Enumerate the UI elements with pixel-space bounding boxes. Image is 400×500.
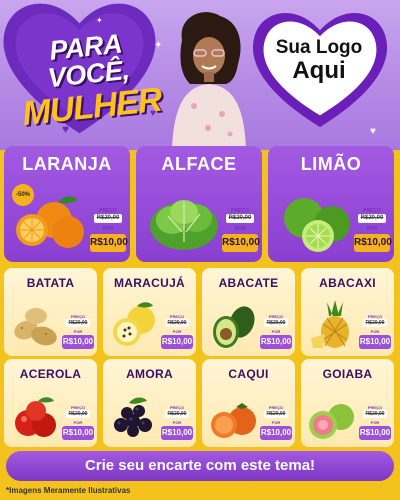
- logo-placeholder: Sua Logo Aqui: [262, 37, 376, 84]
- price-tag: PREÇO R$20,00 POR R$10,00: [90, 208, 128, 256]
- por-label: POR: [271, 329, 281, 334]
- product-name: ACEROLA: [19, 367, 82, 381]
- new-price: R$10,00: [260, 426, 292, 440]
- lime-image: [284, 198, 350, 252]
- product-name: CAQUI: [228, 367, 269, 381]
- product-name: ALFACE: [161, 154, 237, 174]
- por-label: POR: [370, 329, 380, 334]
- acerola-image: [15, 397, 56, 437]
- woman-photo: [172, 12, 246, 148]
- product-card-batata: BATATA PREÇO R$20,00 POR R$10,00: [4, 268, 97, 356]
- new-price: R$10,00: [161, 335, 193, 349]
- price-tag: PREÇO R$20,00 POR R$10,00: [260, 314, 292, 354]
- lettuce-image: [150, 200, 218, 250]
- product-card-abacate: ABACATE PREÇO R$20,00 POR R$10,00: [202, 268, 295, 356]
- discount-badge: -50%: [12, 184, 34, 206]
- new-price: R$10,00: [90, 234, 128, 252]
- product-card-maracuja: MARACUJÁ PREÇO R$20,00 POR R$10,00: [103, 268, 196, 356]
- por-label: POR: [102, 226, 114, 232]
- product-name: ABACAXI: [319, 276, 376, 290]
- por-label: POR: [73, 329, 83, 334]
- por-label: POR: [234, 226, 246, 232]
- featured-card-laranja: LARANJA -50% PREÇO R$20,00 POR R$10,00: [4, 146, 130, 262]
- por-label: POR: [366, 226, 378, 232]
- new-price: R$10,00: [62, 426, 94, 440]
- price-tag: PREÇO R$20,00 POR R$10,00: [161, 405, 193, 445]
- create-flyer-banner[interactable]: Crie seu encarte com este tema!: [6, 451, 394, 481]
- potato-image: [14, 308, 57, 346]
- price-tag: PREÇO R$20,00 POR R$10,00: [359, 314, 391, 354]
- old-price: R$20,00: [226, 214, 254, 223]
- sparkle-icon: ✦: [96, 16, 103, 25]
- avocado-image: [213, 306, 255, 348]
- old-price: R$20,00: [66, 319, 90, 327]
- logo-line-2: Aqui: [292, 56, 346, 84]
- header-banner: ✦ ✦ ♥ ♥ ♥ PARA VOCÊ, MULHER Sua Logo Aqu…: [0, 0, 400, 150]
- new-price: R$10,00: [354, 234, 392, 252]
- price-tag: PREÇO R$20,00 POR R$10,00: [260, 405, 292, 445]
- product-card-abacaxi: ABACAXI PREÇO R$20,00 POR R$10,00: [301, 268, 394, 356]
- product-card-acerola: ACEROLA PREÇO R$20,00 POR R$10,00: [4, 359, 97, 447]
- product-name: LARANJA: [22, 154, 112, 174]
- featured-card-alface: ALFACE PREÇO R$20,00 POR R$10,00: [136, 146, 262, 262]
- product-name: AMORA: [126, 367, 173, 381]
- logo-line-1: Sua Logo: [275, 37, 363, 58]
- passion-fruit-image: [113, 302, 155, 346]
- por-label: POR: [172, 420, 182, 425]
- product-name: MARACUJÁ: [113, 276, 186, 290]
- price-tag: PREÇO R$20,00 POR R$10,00: [62, 405, 94, 445]
- old-price: R$20,00: [264, 319, 288, 327]
- price-tag: PREÇO R$20,00 POR R$10,00: [161, 314, 193, 354]
- old-price: R$20,00: [358, 214, 386, 223]
- price-tag: PREÇO R$20,00 POR R$10,00: [62, 314, 94, 354]
- product-name: GOIABA: [322, 367, 373, 381]
- por-label: POR: [172, 329, 182, 334]
- new-price: R$10,00: [222, 234, 260, 252]
- persimmon-image: [211, 403, 256, 438]
- product-card-amora: AMORA PREÇO R$20,00 POR R$10,00: [103, 359, 196, 447]
- pineapple-image: [311, 300, 349, 348]
- por-label: POR: [73, 420, 83, 425]
- old-price: R$20,00: [363, 410, 387, 418]
- new-price: R$10,00: [62, 335, 94, 349]
- new-price: R$10,00: [161, 426, 193, 440]
- product-name: ABACATE: [218, 276, 279, 290]
- featured-card-limao: LIMÃO PREÇO R$20,00 POR R$10,00: [268, 146, 394, 262]
- new-price: R$10,00: [359, 426, 391, 440]
- price-tag: PREÇO R$20,00 POR R$10,00: [354, 208, 392, 256]
- product-card-goiaba: GOIABA PREÇO R$20,00 POR R$10,00: [301, 359, 394, 447]
- old-price: R$20,00: [363, 319, 387, 327]
- old-price: R$20,00: [165, 319, 189, 327]
- price-tag: PREÇO R$20,00 POR R$10,00: [359, 405, 391, 445]
- disclaimer-text: *Imagens Meramente Ilustrativas: [6, 486, 131, 495]
- old-price: R$20,00: [66, 410, 90, 418]
- guava-image: [309, 404, 354, 439]
- old-price: R$20,00: [264, 410, 288, 418]
- por-label: POR: [370, 420, 380, 425]
- blackberry-image: [114, 397, 152, 437]
- price-tag: PREÇO R$20,00 POR R$10,00: [222, 208, 260, 256]
- old-price: R$20,00: [165, 410, 189, 418]
- product-card-caqui: CAQUI PREÇO R$20,00 POR R$10,00: [202, 359, 295, 447]
- product-name: BATATA: [26, 276, 75, 290]
- campaign-title: PARA VOCÊ, MULHER: [10, 26, 169, 133]
- new-price: R$10,00: [260, 335, 292, 349]
- old-price: R$20,00: [94, 214, 122, 223]
- product-name: LIMÃO: [300, 154, 362, 174]
- new-price: R$10,00: [359, 335, 391, 349]
- por-label: POR: [271, 420, 281, 425]
